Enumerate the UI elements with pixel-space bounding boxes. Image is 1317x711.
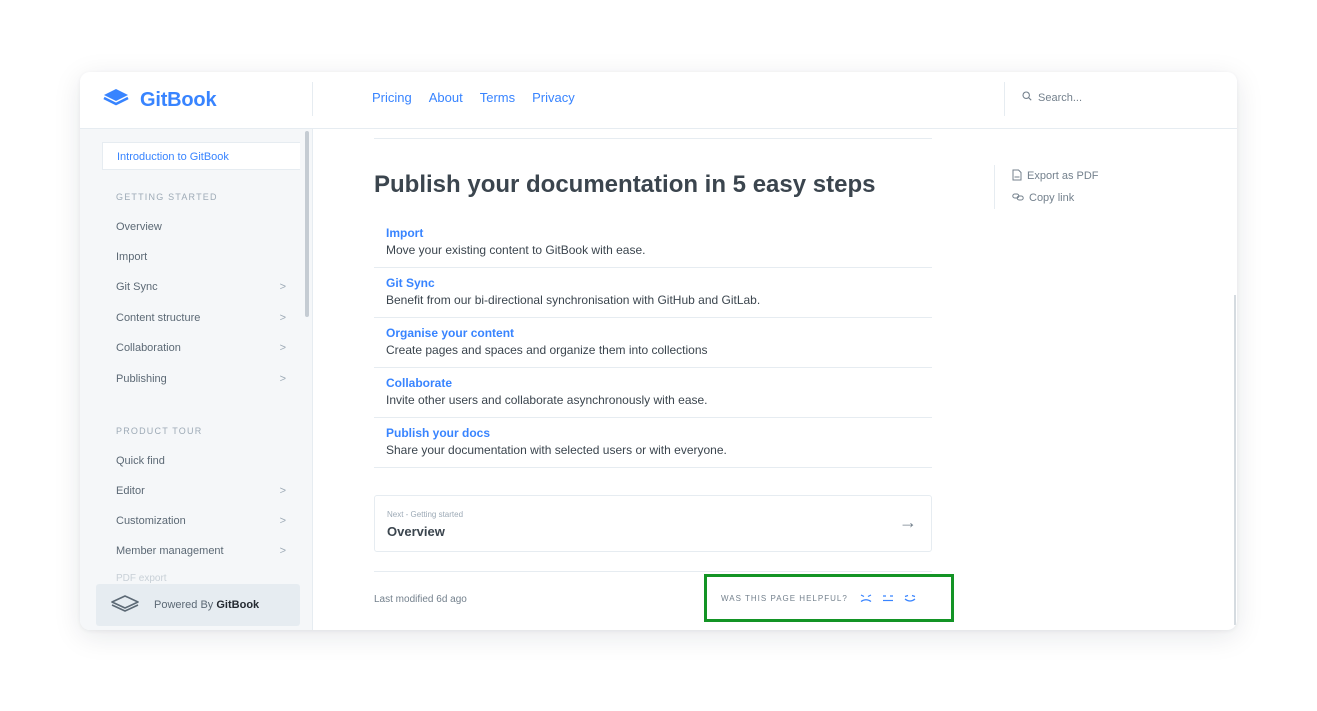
step-link-organise[interactable]: Organise your content xyxy=(386,326,514,340)
list-item: Git Sync Benefit from our bi-directional… xyxy=(374,268,932,318)
sidebar-item-editor[interactable]: Editor > xyxy=(116,485,286,497)
sad-face-icon[interactable] xyxy=(858,590,874,606)
top-bar: GitBook Pricing About Terms Privacy Sear… xyxy=(80,72,1237,129)
feedback-question: WAS THIS PAGE HELPFUL? xyxy=(721,593,848,603)
step-link-import[interactable]: Import xyxy=(386,226,423,240)
link-icon xyxy=(1012,192,1024,205)
chevron-right-icon: > xyxy=(279,373,286,385)
powered-by-text: Powered By GitBook xyxy=(154,599,259,611)
arrow-right-icon: → xyxy=(899,512,917,532)
sidebar-item-pdf-export[interactable]: PDF export xyxy=(116,573,167,584)
sidebar-item-git-sync[interactable]: Git Sync > xyxy=(116,281,286,293)
sidebar-item-import[interactable]: Import xyxy=(116,251,286,263)
sidebar-item-label: Import xyxy=(116,251,148,263)
list-item: Publish your docs Share your documentati… xyxy=(374,418,932,468)
nav-pricing-link[interactable]: Pricing xyxy=(372,90,412,105)
export-pdf-link[interactable]: Export as PDF xyxy=(1012,165,1099,187)
sidebar-item-overview[interactable]: Overview xyxy=(116,221,286,233)
step-description: Create pages and spaces and organize the… xyxy=(386,343,708,357)
sidebar-item-label: Overview xyxy=(116,221,162,233)
step-link-git-sync[interactable]: Git Sync xyxy=(386,276,435,290)
sidebar-item-label: Collaboration xyxy=(116,342,181,354)
copy-link-link[interactable]: Copy link xyxy=(1012,187,1099,209)
logo-text: GitBook xyxy=(140,88,217,111)
happy-face-icon[interactable] xyxy=(902,590,918,606)
nav-privacy-link[interactable]: Privacy xyxy=(532,90,575,105)
step-description: Benefit from our bi-directional synchron… xyxy=(386,293,761,307)
divider xyxy=(374,138,932,139)
nav-terms-link[interactable]: Terms xyxy=(480,90,515,105)
sidebar-item-label: Git Sync xyxy=(116,281,158,293)
copy-link-label: Copy link xyxy=(1029,192,1075,204)
sidebar-item-member-management[interactable]: Member management > xyxy=(116,545,286,557)
powered-prefix: Powered By xyxy=(154,599,214,611)
chevron-right-icon: > xyxy=(279,281,286,293)
step-description: Invite other users and collaborate async… xyxy=(386,393,708,407)
sidebar-item-label: Customization xyxy=(116,515,186,527)
sidebar-item-label: Publishing xyxy=(116,373,167,385)
nav-about-link[interactable]: About xyxy=(429,90,463,105)
powered-brand: GitBook xyxy=(216,599,260,611)
page-feedback-highlighted: WAS THIS PAGE HELPFUL? xyxy=(704,574,954,622)
export-pdf-label: Export as PDF xyxy=(1027,170,1099,182)
sidebar-item-label: Quick find xyxy=(116,455,165,467)
search-divider xyxy=(1004,82,1005,116)
sidebar-section-getting-started: GETTING STARTED xyxy=(116,192,218,202)
list-item: Import Move your existing content to Git… xyxy=(374,218,932,268)
last-modified: Last modified 6d ago xyxy=(374,594,467,605)
sidebar-item-customization[interactable]: Customization > xyxy=(116,515,286,527)
gitbook-logo[interactable]: GitBook xyxy=(102,86,217,114)
chevron-right-icon: > xyxy=(279,312,286,324)
steps-list: Import Move your existing content to Git… xyxy=(374,218,932,468)
chevron-right-icon: > xyxy=(279,545,286,557)
pdf-icon xyxy=(1012,169,1022,184)
gitbook-book-icon xyxy=(102,87,130,114)
sidebar-item-label: Editor xyxy=(116,485,145,497)
step-link-collaborate[interactable]: Collaborate xyxy=(386,376,452,390)
step-link-publish[interactable]: Publish your docs xyxy=(386,426,490,440)
search-placeholder: Search... xyxy=(1038,91,1083,104)
sidebar: Introduction to GitBook GETTING STARTED … xyxy=(80,129,313,630)
page-actions: Export as PDF Copy link xyxy=(994,165,1099,209)
page-heading: Publish your documentation in 5 easy ste… xyxy=(374,171,876,198)
chevron-right-icon: > xyxy=(279,342,286,354)
step-description: Move your existing content to GitBook wi… xyxy=(386,243,646,257)
step-description: Share your documentation with selected u… xyxy=(386,443,727,457)
sidebar-scrollbar[interactable] xyxy=(305,131,309,317)
search-icon xyxy=(1022,91,1032,104)
powered-by-gitbook[interactable]: Powered By GitBook xyxy=(96,584,300,626)
sidebar-section-product-tour: PRODUCT TOUR xyxy=(116,426,203,436)
chevron-right-icon: > xyxy=(279,485,286,497)
sidebar-item-publishing[interactable]: Publishing > xyxy=(116,373,286,385)
sidebar-item-quick-find[interactable]: Quick find xyxy=(116,455,286,467)
chevron-right-icon: > xyxy=(279,515,286,527)
neutral-face-icon[interactable] xyxy=(880,590,896,606)
list-item: Organise your content Create pages and s… xyxy=(374,318,932,368)
sidebar-item-label: Content structure xyxy=(116,312,201,324)
next-page-card[interactable]: Next - Getting started Overview → xyxy=(374,495,932,552)
sidebar-item-collaboration[interactable]: Collaboration > xyxy=(116,342,286,354)
main-scrollbar[interactable] xyxy=(1234,295,1236,625)
divider xyxy=(374,571,932,572)
gitbook-book-icon xyxy=(110,594,140,617)
sidebar-item-introduction[interactable]: Introduction to GitBook xyxy=(102,142,300,170)
list-item: Collaborate Invite other users and colla… xyxy=(374,368,932,418)
search-input[interactable]: Search... xyxy=(1022,91,1082,104)
top-nav: Pricing About Terms Privacy xyxy=(372,90,575,105)
header-divider xyxy=(312,82,313,116)
app-window: GitBook Pricing About Terms Privacy Sear… xyxy=(80,72,1237,630)
sidebar-item-content-structure[interactable]: Content structure > xyxy=(116,312,286,324)
next-page-caption: Next - Getting started xyxy=(387,510,464,519)
sidebar-item-label: Member management xyxy=(116,545,224,557)
next-page-title: Overview xyxy=(387,524,445,539)
